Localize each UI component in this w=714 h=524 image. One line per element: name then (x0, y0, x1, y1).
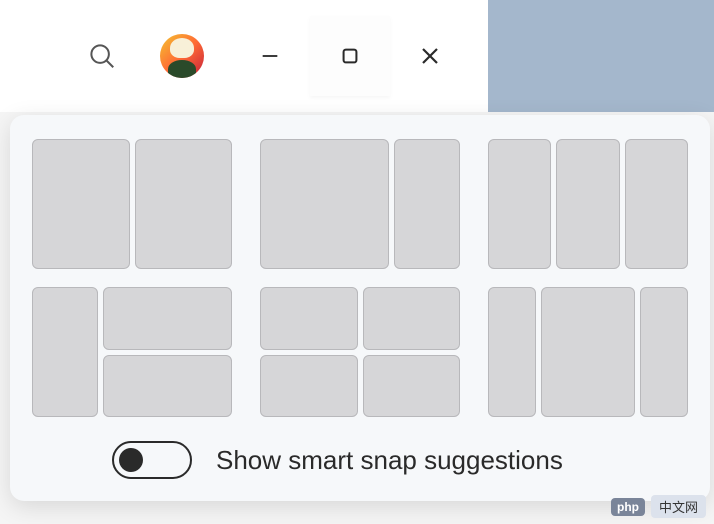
snap-zone (32, 287, 98, 417)
snap-zone-stack (103, 287, 232, 417)
snap-zone (103, 287, 232, 350)
smart-snap-toggle-row: Show smart snap suggestions (112, 441, 688, 479)
snap-zone (260, 287, 358, 350)
snap-zone (363, 287, 461, 350)
snap-layout-four-quadrants[interactable] (260, 287, 460, 417)
snap-layout-narrow-wide-narrow[interactable] (488, 287, 688, 417)
snap-layout-two-halves[interactable] (32, 139, 232, 269)
minimize-icon (259, 45, 281, 67)
snap-zone (260, 139, 389, 269)
watermark-text: 中文网 (651, 495, 706, 518)
snap-zone (488, 139, 551, 269)
snap-zone (363, 355, 461, 418)
snap-layout-one-third-two-stacked[interactable] (32, 287, 232, 417)
snap-zone (556, 139, 619, 269)
snap-zone (488, 287, 536, 417)
maximize-icon (339, 45, 361, 67)
search-button[interactable] (82, 36, 122, 76)
snap-layout-three-thirds[interactable] (488, 139, 688, 269)
snap-layouts-grid (32, 139, 688, 417)
window-controls (230, 16, 470, 96)
titlebar-accent-bg (488, 0, 714, 112)
snap-zone (541, 287, 635, 417)
maximize-button[interactable] (310, 16, 390, 96)
user-avatar[interactable] (160, 34, 204, 78)
snap-zone (260, 355, 358, 418)
snap-zone (103, 355, 232, 418)
snap-layout-two-thirds-one-third[interactable] (260, 139, 460, 269)
watermark: php 中文网 (611, 495, 706, 518)
watermark-badge: php (611, 498, 645, 516)
window-titlebar (0, 0, 714, 112)
search-icon (87, 41, 117, 71)
snap-layouts-flyout: Show smart snap suggestions (10, 115, 710, 501)
snap-zone (394, 139, 460, 269)
toggle-knob (119, 448, 143, 472)
smart-snap-toggle[interactable] (112, 441, 192, 479)
snap-zone (135, 139, 233, 269)
close-button[interactable] (390, 16, 470, 96)
smart-snap-toggle-label: Show smart snap suggestions (216, 445, 563, 476)
minimize-button[interactable] (230, 16, 310, 96)
snap-zone (625, 139, 688, 269)
close-icon (418, 44, 442, 68)
snap-zone (32, 139, 130, 269)
snap-zone (640, 287, 688, 417)
